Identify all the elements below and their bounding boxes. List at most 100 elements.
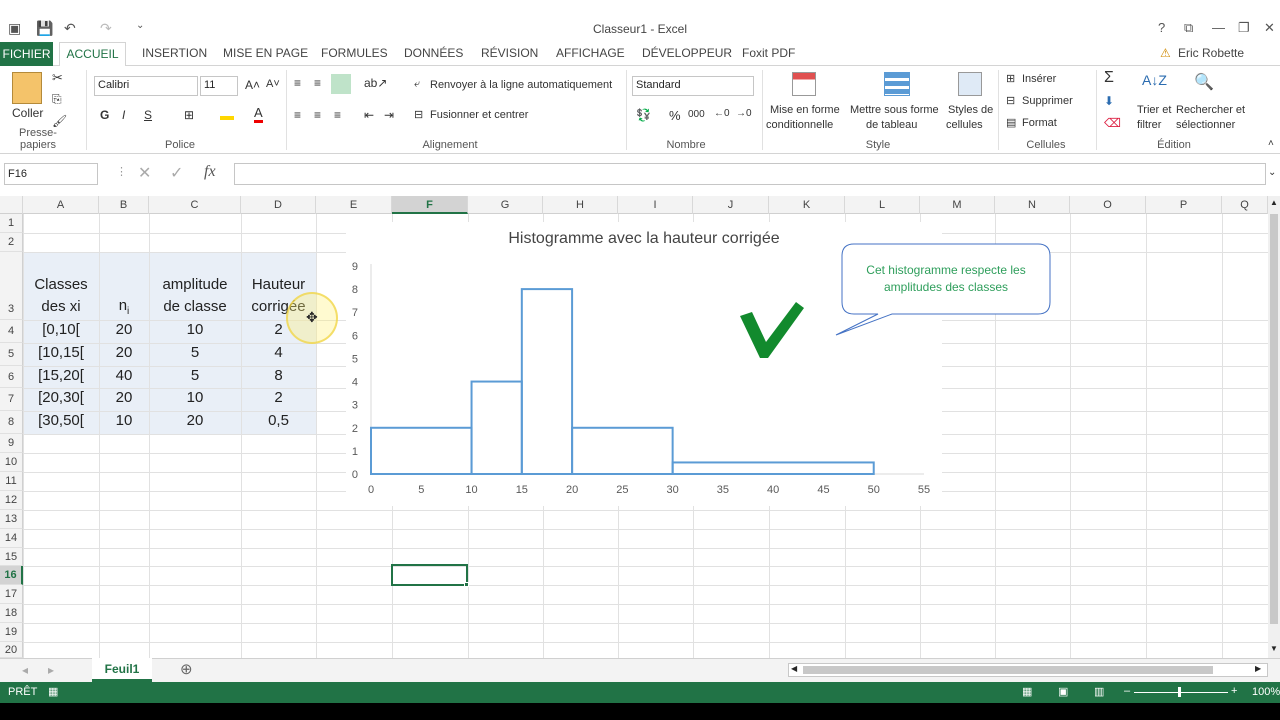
row-header-8[interactable]: 8 [0,411,23,434]
row-header-18[interactable]: 18 [0,604,23,623]
sort-filter-label-2[interactable]: filtrer [1137,119,1161,131]
cut-icon[interactable]: ✂ [52,70,63,86]
row-header-4[interactable]: 4 [0,320,23,343]
cancel-button[interactable]: ✕ [138,163,151,183]
merge-center-button[interactable]: Fusionner et centrer [430,109,528,121]
delete-button[interactable]: Supprimer [1022,95,1073,107]
vertical-scrollbar[interactable]: ▲ ▼ [1268,196,1280,658]
row-header-9[interactable]: 9 [0,434,23,453]
table-cell-r0-c2[interactable]: 10 [150,321,240,338]
table-cell-r4-c2[interactable]: 20 [150,412,240,429]
zoom-out-button[interactable]: – [1124,685,1130,697]
row-header-7[interactable]: 7 [0,388,23,411]
col-header-h[interactable]: H [543,196,618,214]
select-all-corner[interactable] [0,196,23,214]
conditional-format-label-2[interactable]: conditionnelle [766,119,833,131]
increase-indent-icon[interactable]: ⇥ [384,108,394,122]
sheet-tab-feuil1[interactable]: Feuil1 [92,658,152,682]
table-cell-r2-c1[interactable]: 40 [100,367,148,384]
selected-cell-f16[interactable] [391,564,468,586]
decrease-decimal-icon[interactable]: →0 [736,108,752,119]
percent-button[interactable]: % [669,108,681,123]
copy-icon[interactable]: ⎘ [52,92,62,107]
col-header-m[interactable]: M [920,196,995,214]
insert-function-button[interactable]: fx [204,163,216,181]
restore-icon[interactable]: ❐ [1238,20,1250,36]
row-header-16[interactable]: 16 [0,566,23,585]
find-select-label-2[interactable]: sélectionner [1176,119,1235,131]
table-cell-r0-c0[interactable]: [0,10[ [24,321,98,338]
autosum-button[interactable]: Σ [1104,69,1114,87]
table-cell-r3-c2[interactable]: 10 [150,389,240,406]
align-top-icon[interactable]: ≡ [294,76,301,90]
format-painter-icon[interactable]: 🖌 [52,114,67,128]
conditional-format-label-1[interactable]: Mise en forme [770,104,840,116]
table-cell-r2-c3[interactable]: 8 [242,367,315,384]
col-header-b[interactable]: B [99,196,149,214]
cell-styles-label-2[interactable]: cellules [946,119,983,131]
minimize-icon[interactable]: — [1212,20,1225,35]
table-cell-r4-c3[interactable]: 0,5 [242,412,315,429]
paste-label[interactable]: Coller [12,106,43,120]
zoom-level[interactable]: 100% [1252,686,1280,698]
underline-button[interactable]: S [144,108,152,122]
table-cell-r3-c3[interactable]: 2 [242,389,315,406]
merge-icon[interactable]: ⊟ [414,108,423,121]
collapse-ribbon-icon[interactable]: ˄ [1268,138,1274,149]
currency-icon[interactable]: 💱 [636,108,651,122]
format-as-table-icon[interactable] [884,72,910,96]
col-header-a[interactable]: A [23,196,99,214]
tab-revision[interactable]: RÉVISION [481,46,538,60]
scroll-down-icon[interactable]: ▼ [1270,644,1278,653]
clear-icon[interactable]: ⌫ [1104,116,1121,130]
zoom-in-button[interactable]: + [1231,685,1237,697]
formula-input[interactable] [234,163,1266,185]
prev-sheet-icon[interactable]: ◂ [22,663,28,677]
add-sheet-button[interactable]: ⊕ [180,660,193,678]
row-header-17[interactable]: 17 [0,585,23,604]
font-name-select[interactable]: Calibri [94,76,198,96]
table-cell-r3-c1[interactable]: 20 [100,389,148,406]
table-cell-r3-c0[interactable]: [20,30[ [24,389,98,406]
col-header-n[interactable]: N [995,196,1070,214]
table-cell-r1-c3[interactable]: 4 [242,344,315,361]
delete-icon[interactable]: ⊟ [1006,94,1015,107]
row-header-20[interactable]: 20 [0,642,23,658]
orientation-icon[interactable]: ab↗ [364,76,387,90]
table-cell-r0-c1[interactable]: 20 [100,321,148,338]
zoom-slider[interactable] [1134,692,1228,693]
table-cell-r1-c1[interactable]: 20 [100,344,148,361]
help-button[interactable]: ? [1158,20,1165,35]
format-button[interactable]: Format [1022,117,1057,129]
find-select-label-1[interactable]: Rechercher et [1176,104,1245,116]
row-header-14[interactable]: 14 [0,529,23,548]
align-center-icon[interactable]: ≡ [314,108,321,122]
sort-filter-icon[interactable]: A↓Z [1142,72,1167,88]
row-header-2[interactable]: 2 [0,233,23,252]
increase-decimal-icon[interactable]: ←0 [714,108,730,119]
fill-color-icon[interactable] [220,106,234,120]
table-cell-r2-c0[interactable]: [15,20[ [24,367,98,384]
decrease-indent-icon[interactable]: ⇤ [364,108,374,122]
format-as-table-label-2[interactable]: de tableau [866,119,917,131]
tab-fichier[interactable]: FICHIER [0,42,53,66]
row-header-1[interactable]: 1 [0,214,23,233]
tab-foxit-pdf[interactable]: Foxit PDF [742,46,795,60]
font-size-select[interactable]: 11 [200,76,238,96]
tab-donnees[interactable]: DONNÉES [404,46,463,60]
col-header-e[interactable]: E [316,196,392,214]
expand-formula-icon[interactable]: ⌄ [1268,167,1276,178]
row-header-6[interactable]: 6 [0,366,23,388]
row-header-19[interactable]: 19 [0,623,23,642]
row-header-11[interactable]: 11 [0,472,23,491]
col-header-d[interactable]: D [241,196,316,214]
table-cell-r2-c2[interactable]: 5 [150,367,240,384]
horizontal-scrollbar[interactable]: ◀ ▶ [788,663,1268,677]
col-header-o[interactable]: O [1070,196,1146,214]
name-box[interactable]: F16 [4,163,98,185]
align-left-icon[interactable]: ≡ [294,108,301,122]
row-header-5[interactable]: 5 [0,343,23,366]
grow-font-icon[interactable]: A˄ [245,78,260,92]
bold-button[interactable]: G [100,108,109,122]
shrink-font-icon[interactable]: A˅ [266,78,280,90]
